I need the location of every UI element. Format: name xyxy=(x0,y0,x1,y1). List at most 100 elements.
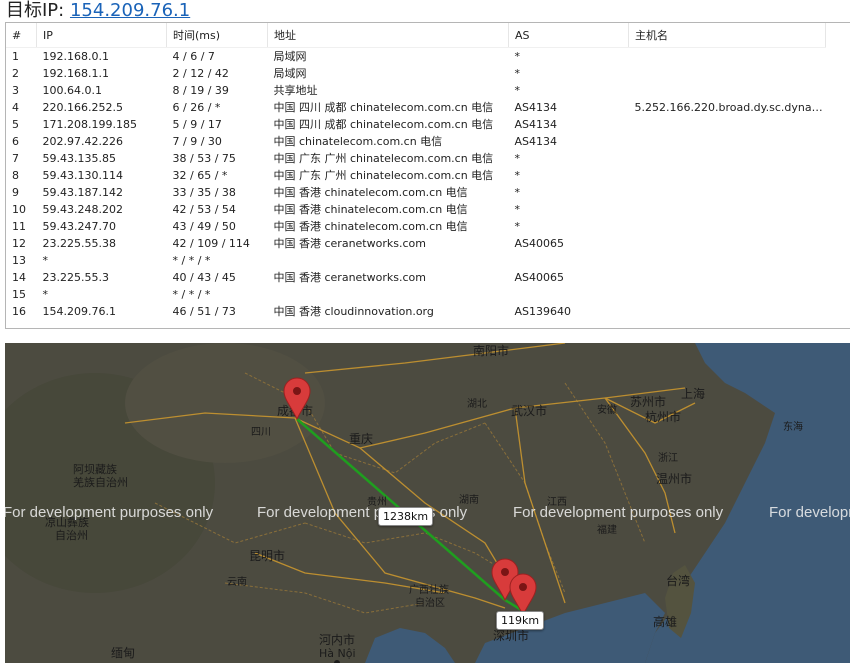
table-row[interactable]: 8 59.43.130.114 32 / 65 / * 中国 广东 广州 chinat… xyxy=(6,167,826,184)
hop-time: 38 / 53 / 75 xyxy=(172,152,236,165)
table-row[interactable]: 2 192.168.1.1 2 / 12 / 42 局域网 * xyxy=(6,65,826,82)
map-label-shanghai: 上海 xyxy=(681,386,705,401)
table-row[interactable]: 13 * * / * / * xyxy=(6,252,826,269)
hop-as: * xyxy=(514,67,521,80)
hop-as xyxy=(509,286,629,303)
hop-address: 局域网 xyxy=(273,67,307,80)
table-row[interactable]: 4 220.166.252.5 6 / 26 / * 中国 四川 成都 chinate… xyxy=(6,99,826,116)
hop-ip: 100.64.0.1 xyxy=(42,84,102,97)
hop-as: * xyxy=(514,169,521,182)
hop-ip: 59.43.247.70 xyxy=(42,220,116,233)
hop-number: 5 xyxy=(12,118,19,131)
map-label-kunming: 昆明市 xyxy=(249,548,285,563)
hop-ip: 23.225.55.38 xyxy=(42,237,116,250)
table-row[interactable]: 10 59.43.248.202 42 / 53 / 54 中国 香港 chinate… xyxy=(6,201,826,218)
hop-as: * xyxy=(514,50,521,63)
hop-number: 11 xyxy=(12,220,26,233)
hop-hostname xyxy=(629,252,826,269)
hop-number: 3 xyxy=(12,84,19,97)
hop-time: 32 / 65 / * xyxy=(172,169,228,182)
map-label-taiwan: 台湾 xyxy=(666,573,690,588)
hop-ip: 171.208.199.185 xyxy=(42,118,137,131)
hop-time: 8 / 19 / 39 xyxy=(172,84,229,97)
hop-ip: 192.168.1.1 xyxy=(42,67,109,80)
map-label-nanyang: 南阳市 xyxy=(473,343,509,358)
map-label-hanoi: 河内市 xyxy=(319,632,355,647)
hop-number: 10 xyxy=(12,203,26,216)
hop-ip: 59.43.135.85 xyxy=(42,152,116,165)
column-header-address[interactable]: 地址 xyxy=(267,23,509,48)
hop-hostname xyxy=(629,167,826,184)
hop-ip: 59.43.130.114 xyxy=(42,169,123,182)
hop-time: 46 / 51 / 73 xyxy=(172,305,236,318)
hop-hostname xyxy=(629,133,826,150)
table-row[interactable]: 6 202.97.42.226 7 / 9 / 30 中国 chinatelecom.… xyxy=(6,133,826,150)
hop-number: 9 xyxy=(12,186,19,199)
map-label-wuhan: 武汉市 xyxy=(511,403,547,418)
hop-address: 中国 广东 广州 chinatelecom.com.cn 电信 xyxy=(273,152,494,165)
map-canvas: 南阳市 上海 成都市 四川 湖北 武汉市 安徽 苏州市 杭州市 东海 重庆 浙江… xyxy=(5,343,850,663)
column-header-hostname[interactable]: 主机名 xyxy=(628,23,826,48)
hop-as: * xyxy=(514,186,521,199)
hop-address: 局域网 xyxy=(273,50,307,63)
hop-ip: 202.97.42.226 xyxy=(42,135,123,148)
hop-time: 43 / 49 / 50 xyxy=(172,220,236,233)
hop-number: 1 xyxy=(12,50,19,63)
hop-time: 33 / 35 / 38 xyxy=(172,186,236,199)
hop-address: 中国 香港 chinatelecom.com.cn 电信 xyxy=(273,203,468,216)
traceroute-panel: # IP 时间(ms) 地址 AS 主机名 1 192.168.0.1 4 / 6 … xyxy=(5,22,850,329)
route-distance-label-1: 1238km xyxy=(378,507,434,526)
hop-time: * / * / * xyxy=(172,288,211,301)
hop-ip: 154.209.76.1 xyxy=(42,305,116,318)
hop-hostname xyxy=(629,303,826,320)
hop-hostname xyxy=(629,48,826,66)
map-label-myanmar: 缅甸 xyxy=(111,646,135,660)
map-label-liangshan2: 自治州 xyxy=(55,528,88,542)
table-row[interactable]: 16 154.209.76.1 46 / 51 / 73 中国 香港 cloudinn… xyxy=(6,303,826,320)
hop-number: 12 xyxy=(12,237,26,250)
map-label-hanoi-en: Hà Nội xyxy=(319,647,356,660)
map-label-aba2: 羌族自治州 xyxy=(73,475,128,489)
hop-address: 中国 香港 ceranetworks.com xyxy=(273,271,426,284)
hop-number: 8 xyxy=(12,169,19,182)
hop-number: 4 xyxy=(12,101,19,114)
hop-address: 中国 香港 chinatelecom.com.cn 电信 xyxy=(273,220,468,233)
map-label-suzhou: 苏州市 xyxy=(630,394,666,409)
table-row[interactable]: 7 59.43.135.85 38 / 53 / 75 中国 广东 广州 chinat… xyxy=(6,150,826,167)
hop-address xyxy=(268,252,509,269)
map-label-yunnan: 云南 xyxy=(227,575,247,588)
hop-as xyxy=(509,252,629,269)
column-header-time[interactable]: 时间(ms) xyxy=(166,23,268,48)
map-label-anhui: 安徽 xyxy=(597,403,617,416)
column-header-ip[interactable]: IP xyxy=(36,23,167,48)
target-ip-label: 目标IP: xyxy=(6,0,65,21)
hop-as: AS4134 xyxy=(514,101,558,114)
map-pin-hongkong[interactable] xyxy=(509,573,537,617)
map-label-zhejiang: 浙江 xyxy=(658,452,678,464)
hop-as: AS4134 xyxy=(514,135,558,148)
table-row[interactable]: 12 23.225.55.38 42 / 109 / 114 中国 香港 cerane… xyxy=(6,235,826,252)
map-label-hubei: 湖北 xyxy=(467,398,487,410)
hop-hostname xyxy=(629,269,826,286)
watermark-1: For development purposes only xyxy=(5,504,214,521)
hop-as: * xyxy=(514,203,521,216)
target-ip-link[interactable]: 154.209.76.1 xyxy=(70,0,190,21)
hop-address: 中国 chinatelecom.com.cn 电信 xyxy=(273,135,443,148)
route-map[interactable]: 南阳市 上海 成都市 四川 湖北 武汉市 安徽 苏州市 杭州市 东海 重庆 浙江… xyxy=(5,343,850,663)
table-row[interactable]: 11 59.43.247.70 43 / 49 / 50 中国 香港 chinatel… xyxy=(6,218,826,235)
hop-address: 中国 香港 chinatelecom.com.cn 电信 xyxy=(273,186,468,199)
table-row[interactable]: 5 171.208.199.185 5 / 9 / 17 中国 四川 成都 china… xyxy=(6,116,826,133)
table-row[interactable]: 15 * * / * / * xyxy=(6,286,826,303)
table-row[interactable]: 9 59.43.187.142 33 / 35 / 38 中国 香港 chinatel… xyxy=(6,184,826,201)
hop-hostname xyxy=(629,150,826,167)
table-header-row: # IP 时间(ms) 地址 AS 主机名 xyxy=(6,23,826,48)
column-header-number[interactable]: # xyxy=(6,23,37,48)
hop-address: 中国 香港 ceranetworks.com xyxy=(273,237,426,250)
hop-hostname xyxy=(629,286,826,303)
hop-as: AS139640 xyxy=(514,305,572,318)
table-row[interactable]: 3 100.64.0.1 8 / 19 / 39 共享地址 * xyxy=(6,82,826,99)
column-header-as[interactable]: AS xyxy=(508,23,629,48)
hop-address xyxy=(268,286,509,303)
table-row[interactable]: 1 192.168.0.1 4 / 6 / 7 局域网 * xyxy=(6,48,826,66)
table-row[interactable]: 14 23.225.55.3 40 / 43 / 45 中国 香港 ceranetwo… xyxy=(6,269,826,286)
